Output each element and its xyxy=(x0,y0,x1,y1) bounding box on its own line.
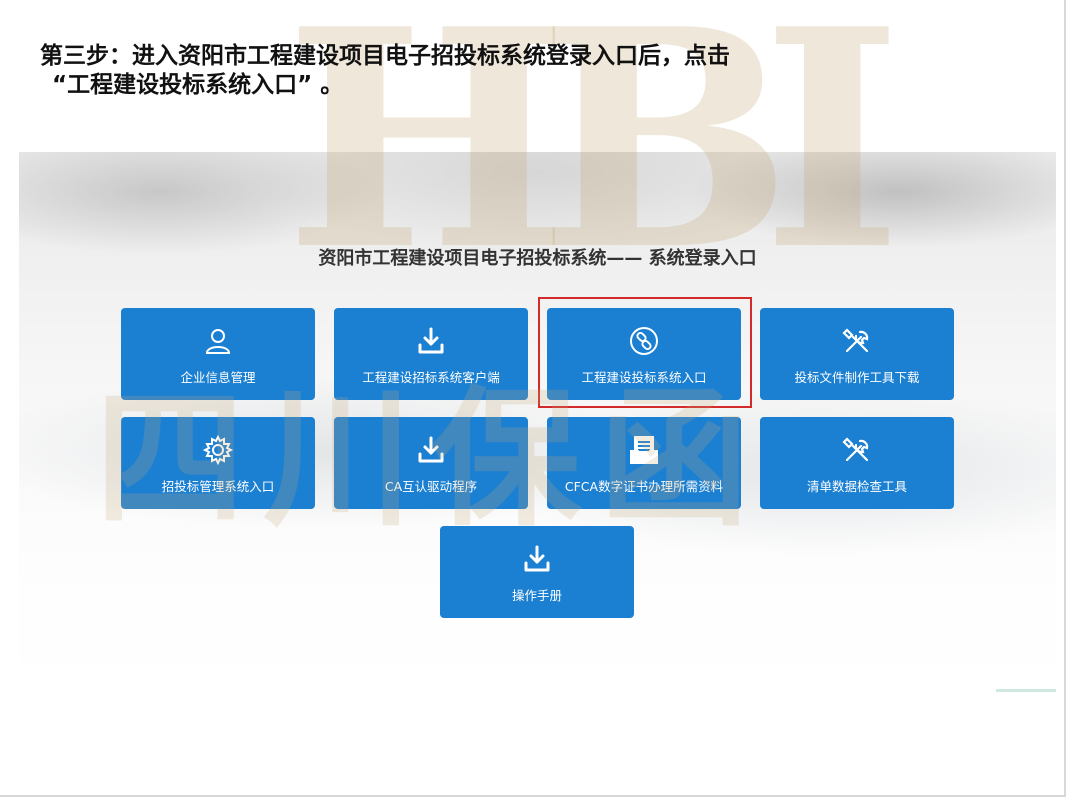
download-icon xyxy=(415,325,447,357)
download-icon xyxy=(415,434,447,466)
tile-label: 操作手册 xyxy=(511,588,562,603)
tools-icon xyxy=(841,434,873,466)
tile-label: 投标文件制作工具下载 xyxy=(794,370,920,385)
bottom-accent xyxy=(996,689,1056,692)
tile-label: 招投标管理系统入口 xyxy=(161,479,275,494)
tile-tender-management-entry[interactable]: 招投标管理系统入口 xyxy=(121,417,315,509)
tile-enterprise-info[interactable]: 企业信息管理 xyxy=(121,308,315,400)
portal-title: 资阳市工程建设项目电子招投标系统—— 系统登录入口 xyxy=(318,248,757,269)
tile-bid-doc-tool-download[interactable]: 投标文件制作工具下载 xyxy=(760,308,954,400)
tile-label: CA互认驱动程序 xyxy=(384,479,478,494)
document-tray-icon xyxy=(628,434,660,466)
instruction-text: 第三步：进入资阳市工程建设项目电子招投标系统登录入口后，点击 “工程建设投标系统… xyxy=(40,42,800,100)
highlight-box xyxy=(538,297,752,408)
tile-ca-driver[interactable]: CA互认驱动程序 xyxy=(334,417,528,509)
user-icon xyxy=(202,325,234,357)
tile-bid-client[interactable]: 工程建设招标系统客户端 xyxy=(334,308,528,400)
tile-label: CFCA数字证书办理所需资料 xyxy=(564,479,724,494)
tile-label: 企业信息管理 xyxy=(180,370,256,385)
instruction-line-2: “工程建设投标系统入口” 。 xyxy=(52,72,344,98)
tile-cfca-certificate-docs[interactable]: CFCA数字证书办理所需资料 xyxy=(547,417,741,509)
tile-label: 工程建设招标系统客户端 xyxy=(362,370,500,385)
tile-bill-data-check-tool[interactable]: 清单数据检查工具 xyxy=(760,417,954,509)
tile-label: 清单数据检查工具 xyxy=(806,479,907,494)
portal-screenshot: 资阳市工程建设项目电子招投标系统—— 系统登录入口 企业信息管理 工程建设招标系… xyxy=(19,152,1056,692)
gear-icon xyxy=(202,434,234,466)
tools-icon xyxy=(841,325,873,357)
instruction-line-1: 第三步：进入资阳市工程建设项目电子招投标系统登录入口后，点击 xyxy=(40,43,730,69)
download-icon xyxy=(521,543,553,575)
tile-user-manual[interactable]: 操作手册 xyxy=(440,526,634,618)
